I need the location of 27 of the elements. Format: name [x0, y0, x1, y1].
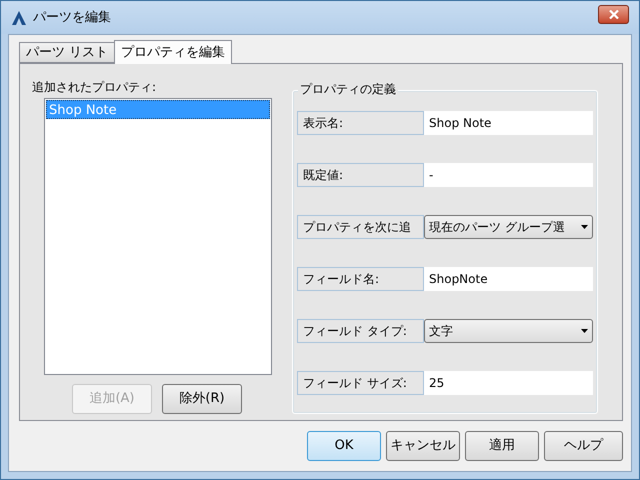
input-field[interactable]: Shop Note: [424, 111, 593, 135]
close-icon: [608, 10, 618, 19]
dialog-button[interactable]: キャンセル: [386, 431, 460, 461]
field-label: フィールド タイプ:: [297, 319, 424, 343]
tab[interactable]: パーツ リスト: [19, 42, 114, 63]
dropdown[interactable]: 文字: [424, 319, 593, 343]
close-button[interactable]: [598, 5, 629, 24]
dialog-button[interactable]: 適用: [465, 431, 539, 461]
field-label: フィールド サイズ:: [297, 371, 424, 395]
dialog-button[interactable]: ヘルプ: [544, 431, 623, 461]
input-field[interactable]: ShopNote: [424, 267, 593, 291]
tab[interactable]: プロパティを編集: [114, 40, 232, 64]
field-label: 既定値:: [297, 163, 424, 187]
caret-icon: [581, 329, 588, 333]
app-logo-icon: [11, 10, 27, 26]
group-title: プロパティの定義: [298, 81, 398, 97]
list-label: 追加されたプロパティ:: [32, 79, 158, 96]
dialog-button[interactable]: OK: [307, 431, 381, 461]
input-field[interactable]: 25: [424, 371, 593, 395]
window-title: パーツを編集: [33, 8, 111, 27]
field-label: プロパティを次に追: [297, 215, 424, 239]
input-field[interactable]: -: [424, 163, 593, 187]
field-label: フィールド名:: [297, 267, 424, 291]
dropdown[interactable]: 現在のパーツ グループ選: [424, 215, 593, 239]
caret-icon: [581, 225, 588, 229]
list-button[interactable]: 除外(R): [162, 384, 242, 414]
field-label: 表示名:: [297, 111, 424, 135]
